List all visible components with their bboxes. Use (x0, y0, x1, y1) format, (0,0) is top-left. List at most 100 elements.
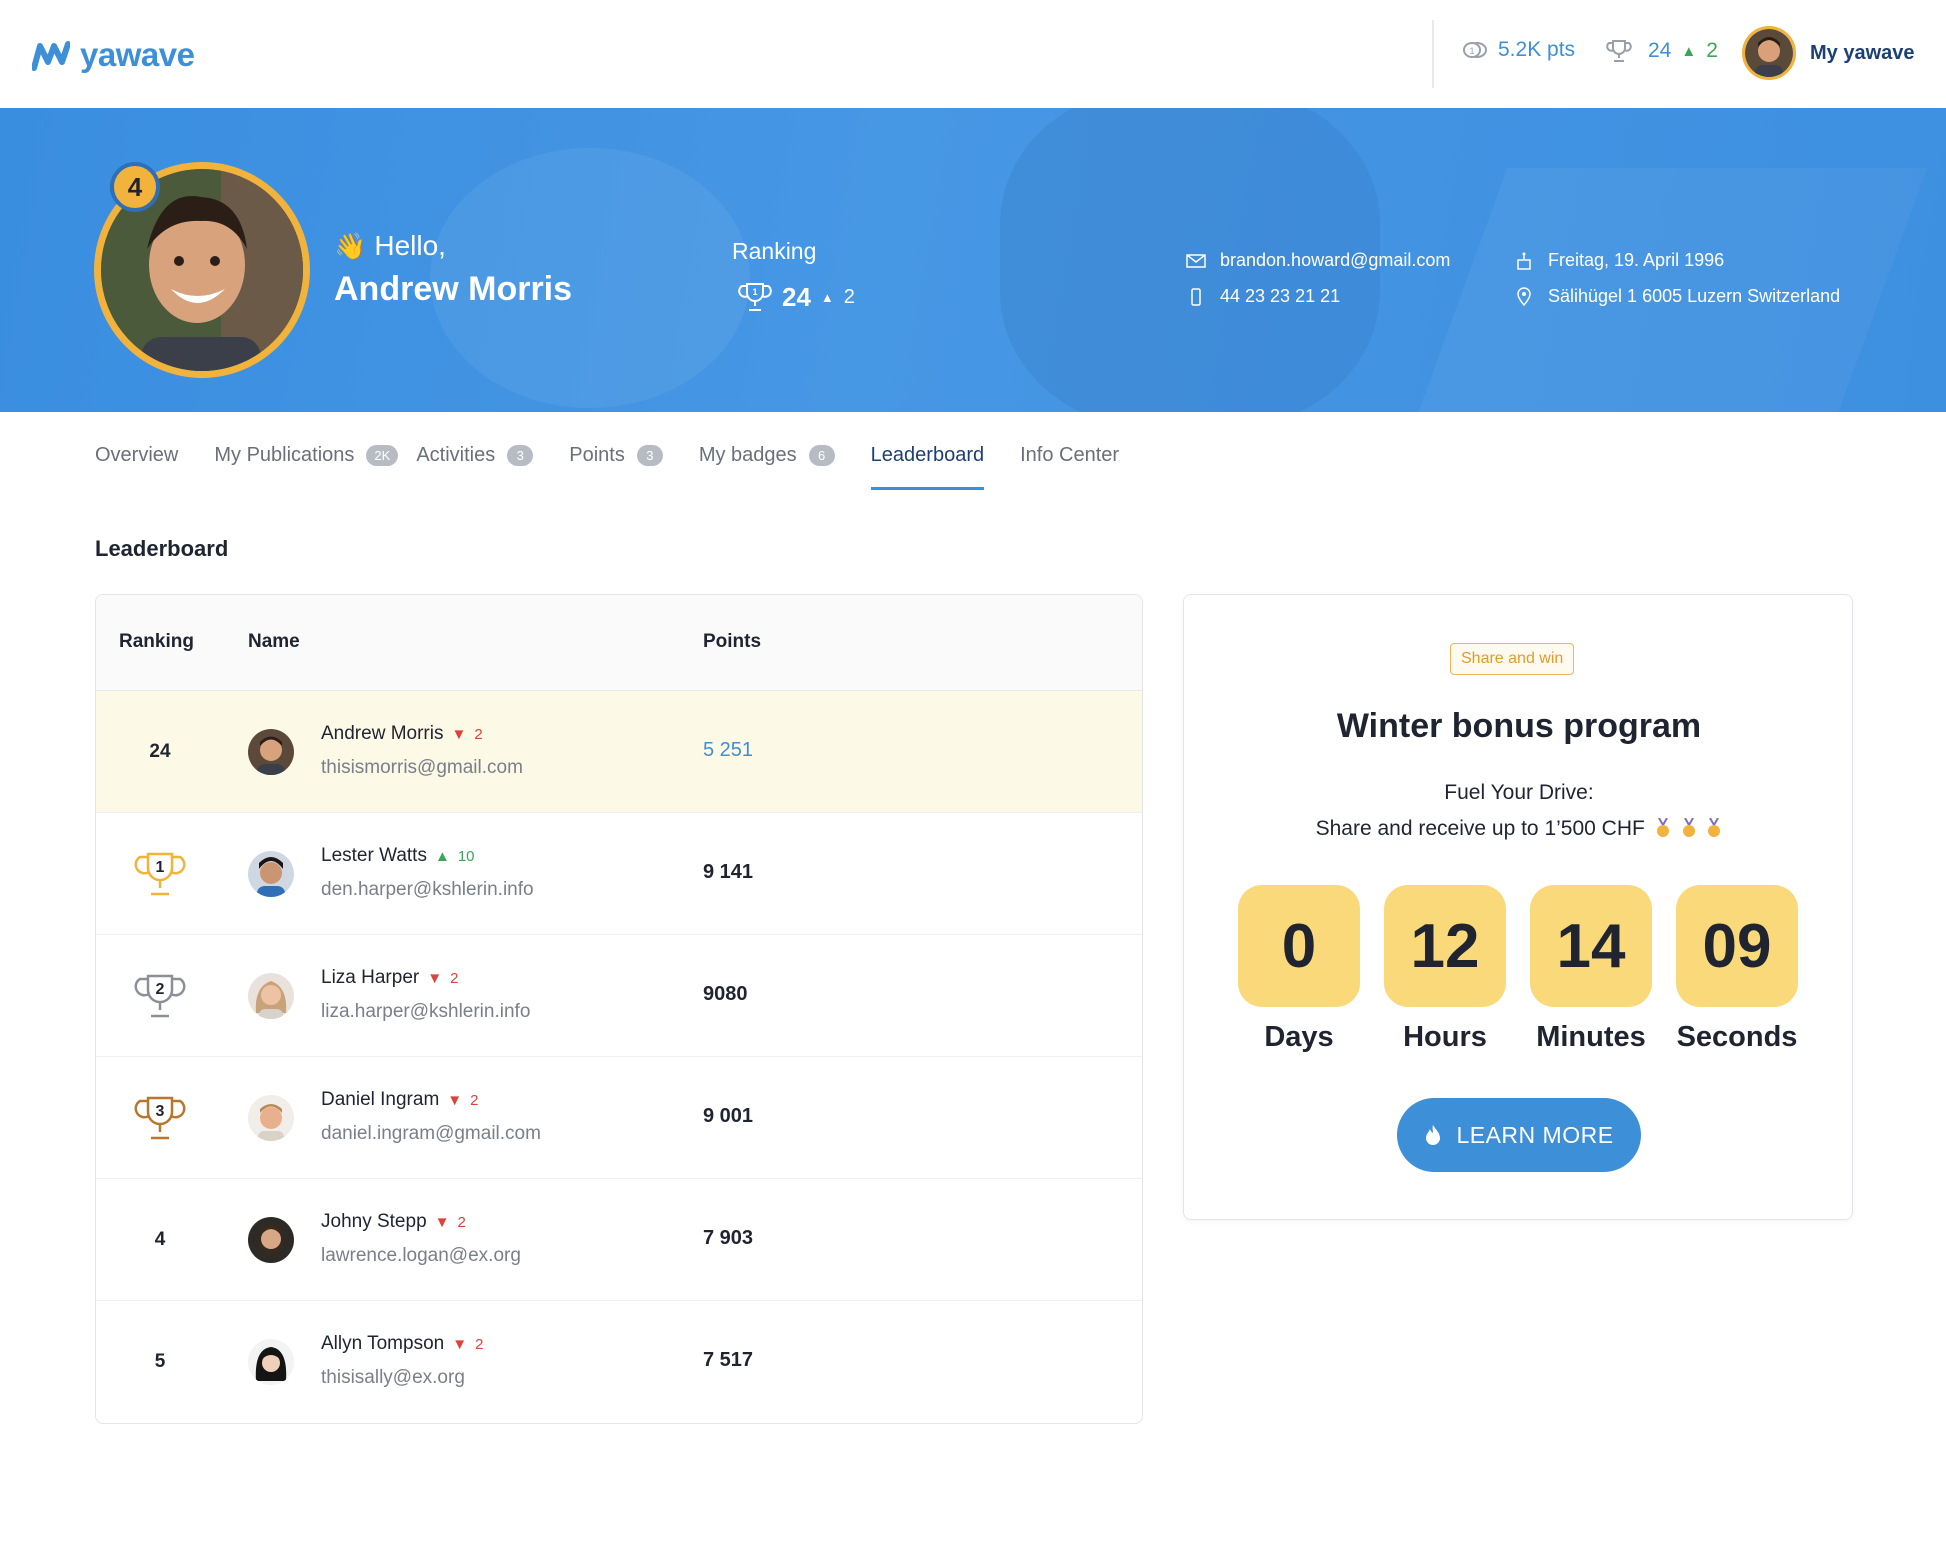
rank-number: 3 (156, 1103, 165, 1120)
table-row[interactable]: 4 Johny Stepp ▼ 2 lawrence.logan@ex.org … (96, 1179, 1142, 1301)
medal-icon (1656, 818, 1669, 837)
rank-stat[interactable]: 24 ▲ 2 (1606, 38, 1718, 64)
gold-trophy-icon: 1 (134, 852, 186, 896)
countdown-seconds: 09 Seconds (1676, 885, 1798, 1054)
user-name: Johny Stepp (321, 1211, 427, 1232)
column-points[interactable]: Points (703, 631, 761, 653)
table-header: Ranking Name Points (96, 595, 1142, 691)
tab-label: Leaderboard (870, 443, 985, 466)
rank-value: 24 (1648, 39, 1672, 62)
user-email: thisisally@ex.org (321, 1367, 465, 1388)
user-email: lawrence.logan@ex.org (321, 1245, 521, 1266)
user-name: Liza Harper (321, 967, 420, 988)
countdown-value: 12 (1384, 885, 1506, 1007)
avatar (1742, 26, 1796, 80)
greeting: 👋 Hello, (334, 230, 446, 262)
points-stat[interactable]: 1 5.2K pts (1462, 38, 1575, 62)
tab-label: My badges (698, 443, 797, 466)
countdown-label: Minutes (1536, 1021, 1646, 1053)
countdown-label: Hours (1403, 1021, 1487, 1053)
ranking-value: 1 24 ▲ 2 (738, 280, 855, 314)
address-info: Sälihügel 1 6005 Luzern Switzerland (1514, 286, 1840, 307)
avatar (248, 1339, 294, 1385)
email-contact[interactable]: brandon.howard@gmail.com (1186, 250, 1450, 271)
table-row[interactable]: 3 Daniel Ingram ▼ 2 daniel.ingram@gmail.… (96, 1057, 1142, 1179)
rank-number: 2 (156, 981, 165, 998)
svg-text:1: 1 (1469, 46, 1474, 56)
table-row-current-user[interactable]: 24 Andrew Morris ▼ 2 thisismorris@gmail.… (96, 691, 1142, 813)
yawave-logo-icon (32, 41, 70, 71)
rank-down-icon: ▼ (452, 1335, 468, 1353)
user-name: Lester Watts (321, 845, 427, 866)
column-ranking[interactable]: Ranking (119, 631, 194, 653)
user-email: thisismorris@gmail.com (321, 757, 523, 778)
tab-label: Points (569, 443, 625, 466)
row-name: Allyn Tompson ▼ 2 (321, 1333, 483, 1355)
rank-down-icon: ▼ (447, 1091, 463, 1109)
table-row[interactable]: 2 Liza Harper ▼ 2 liza.harper@kshlerin.i… (96, 935, 1142, 1057)
tab-label: My Publications (214, 443, 355, 466)
table-row[interactable]: 5 Allyn Tompson ▼ 2 thisisally@ex.org 7 … (96, 1301, 1142, 1423)
countdown-timer: 0 Days 12 Hours 14 Minutes 09 Seconds (1238, 885, 1798, 1054)
rank-number: 24 (782, 281, 811, 312)
countdown-value: 09 (1676, 885, 1798, 1007)
rank-cell: 4 (154, 1229, 166, 1250)
my-yawave-label: My yawave (1810, 41, 1915, 64)
tab-my-badges[interactable]: My badges 6 (699, 430, 835, 480)
logo[interactable]: yawave (32, 36, 195, 74)
trophy-icon: 1 (738, 283, 772, 311)
my-yawave-menu[interactable]: My yawave (1742, 26, 1915, 80)
rank-cell: 24 (149, 741, 171, 762)
bronze-trophy-icon: 3 (134, 1096, 186, 1140)
rank-delta: 2 (475, 1335, 484, 1353)
countdown-value: 14 (1530, 885, 1652, 1007)
share-and-win-tag: Share and win (1450, 643, 1575, 675)
rank-delta: 2 (470, 1091, 479, 1109)
tab-info-center[interactable]: Info Center (1020, 430, 1119, 480)
learn-more-button[interactable]: LEARN MORE (1397, 1098, 1641, 1172)
avatar (248, 1095, 294, 1141)
column-name[interactable]: Name (248, 631, 300, 653)
tab-my-publications[interactable]: My Publications 2K (214, 430, 399, 480)
leaderboard-table: Ranking Name Points 24 Andrew Morris ▼ 2… (95, 594, 1143, 1424)
tab-label: Overview (95, 443, 179, 466)
tab-activities[interactable]: Activities 3 (416, 430, 534, 480)
tab-points[interactable]: Points 3 (569, 430, 663, 480)
points-value: 5.2K pts (1498, 38, 1576, 61)
user-points: 7 903 (703, 1227, 754, 1249)
address-text: Sälihügel 1 6005 Luzern Switzerland (1548, 286, 1841, 306)
user-email: liza.harper@kshlerin.info (321, 1001, 531, 1022)
tab-leaderboard[interactable]: Leaderboard (870, 430, 985, 490)
tab-count-badge: 2K (366, 444, 399, 466)
level-badge: 4 (110, 162, 160, 212)
tab-label: Info Center (1020, 443, 1120, 466)
avatar (248, 851, 294, 897)
medal-icon (1682, 818, 1695, 837)
tab-overview[interactable]: Overview (95, 430, 178, 480)
tab-count-badge: 3 (507, 444, 534, 466)
rank-cell: 5 (154, 1351, 166, 1372)
greeting-text: Hello, (374, 230, 446, 261)
promo-title: Winter bonus program (1336, 707, 1702, 745)
phone-icon (1191, 287, 1201, 306)
row-name: Liza Harper ▼ 2 (321, 967, 458, 989)
mail-icon (1186, 253, 1206, 268)
phone-contact[interactable]: 44 23 23 21 21 (1186, 286, 1340, 307)
winter-bonus-card: Share and win Winter bonus program Fuel … (1183, 594, 1853, 1220)
rank-up-icon: ▲ (1681, 42, 1697, 60)
tab-label: Activities (416, 443, 496, 466)
avatar (248, 973, 294, 1019)
flame-icon (1426, 1125, 1441, 1145)
countdown-label: Days (1264, 1021, 1334, 1053)
table-row[interactable]: 1 Lester Watts ▲ 10 den.harper@kshlerin.… (96, 813, 1142, 935)
countdown-hours: 12 Hours (1384, 885, 1506, 1054)
countdown-label: Seconds (1676, 1021, 1798, 1053)
location-pin-icon (1517, 286, 1531, 306)
cake-icon (1517, 252, 1531, 270)
rank-up-icon: ▲ (434, 847, 450, 865)
user-email: daniel.ingram@gmail.com (321, 1123, 541, 1144)
user-points: 9 001 (703, 1105, 754, 1127)
learn-more-label: LEARN MORE (1456, 1121, 1614, 1148)
user-email: den.harper@kshlerin.info (321, 879, 534, 900)
rank-delta: 2 (450, 969, 459, 987)
